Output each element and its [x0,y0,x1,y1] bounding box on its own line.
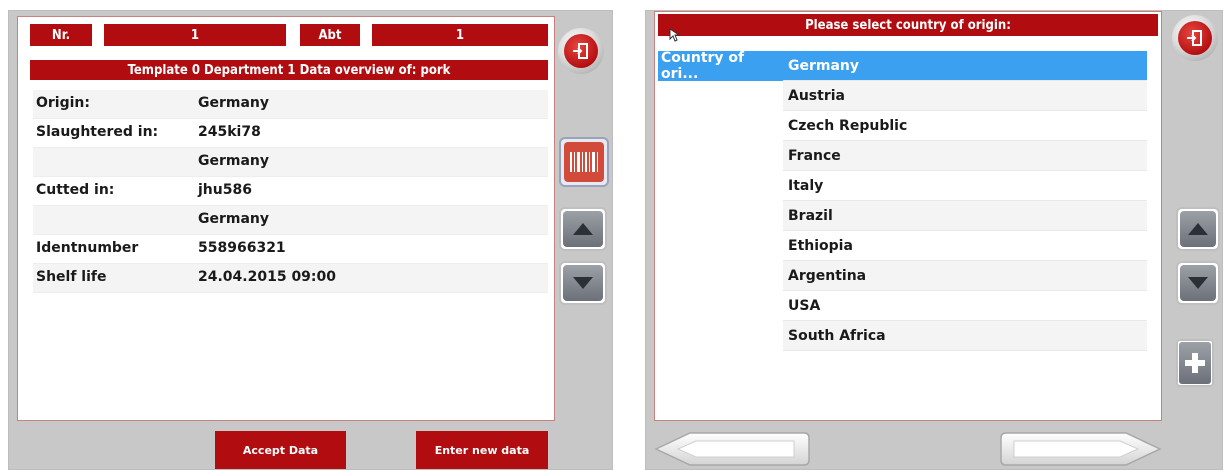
exit-button[interactable] [558,28,604,74]
scroll-up-button[interactable] [1176,207,1220,251]
plus-icon [1179,342,1211,384]
row-value: jhu586 [198,182,252,198]
data-overview-panel: Nr. 1 Abt 1 Template 0 Department 1 Data… [17,16,555,421]
overview-table: Origin: Germany Slaughtered in: 245ki78 … [18,90,556,300]
data-overview-screen: Nr. 1 Abt 1 Template 0 Department 1 Data… [8,10,613,470]
country-select-panel: Please select country of origin: Country… [654,11,1162,421]
overview-title: Template 0 Department 1 Data overview of… [30,60,548,80]
country-select-title: Please select country of origin: [658,14,1158,36]
scroll-down-button[interactable] [559,261,607,305]
row-value: Germany [198,153,270,169]
exit-door-icon [1178,21,1212,55]
exit-button[interactable] [1172,15,1218,61]
country-list-item[interactable]: South Africa [783,321,1147,351]
overview-row-cutted-country: Germany [33,206,548,235]
country-list-item[interactable]: Germany [783,51,1147,81]
overview-row-slaughtered-country: Germany [33,148,548,177]
column-header-country[interactable]: Country of ori... [658,50,783,82]
scroll-up-button[interactable] [559,207,607,251]
overview-row-cutted: Cutted in: jhu586 [33,177,548,206]
row-label: Cutted in: [36,182,115,198]
overview-row-identnumber: Identnumber 558966321 [33,235,548,264]
accept-data-button[interactable]: Accept Data [215,431,346,469]
row-label: Origin: [36,95,90,111]
arrow-down-icon [563,265,603,301]
row-label: Slaughtered in: [36,124,159,140]
back-arrow-button[interactable] [654,431,811,467]
scroll-down-button[interactable] [1176,261,1220,305]
barcode-icon [564,142,604,182]
mouse-cursor-icon [669,28,681,42]
exit-door-icon [564,34,598,68]
nr-value: 1 [104,24,286,46]
add-country-button[interactable] [1176,339,1214,387]
abt-value: 1 [372,24,548,46]
country-list-item[interactable]: USA [783,291,1147,321]
country-list-item[interactable]: Argentina [783,261,1147,291]
row-label: Shelf life [36,269,107,285]
overview-row-shelf-life: Shelf life 24.04.2015 09:00 [33,264,548,293]
nr-label: Nr. [30,24,92,46]
country-list-item[interactable]: Czech Republic [783,111,1147,141]
enter-new-data-button[interactable]: Enter new data [416,431,548,469]
row-value: Germany [198,211,270,227]
row-value: 245ki78 [198,124,261,140]
forward-arrow-button[interactable] [998,431,1162,467]
abt-label: Abt [300,24,360,46]
country-list-item[interactable]: Austria [783,81,1147,111]
country-select-screen: Please select country of origin: Country… [645,10,1223,470]
row-value: 558966321 [198,240,286,256]
row-value: 24.04.2015 09:00 [198,269,337,285]
country-list-item[interactable]: Italy [783,171,1147,201]
row-label: Identnumber [36,240,139,256]
country-list-item[interactable]: Ethiopia [783,231,1147,261]
country-list-item[interactable]: France [783,141,1147,171]
row-value: Germany [198,95,270,111]
country-list-item[interactable]: Brazil [783,201,1147,231]
overview-row-slaughtered: Slaughtered in: 245ki78 [33,119,548,148]
arrow-down-icon [1180,265,1216,301]
overview-row-origin: Origin: Germany [33,90,548,119]
barcode-button[interactable] [559,137,609,187]
arrow-up-icon [1180,211,1216,247]
arrow-up-icon [563,211,603,247]
